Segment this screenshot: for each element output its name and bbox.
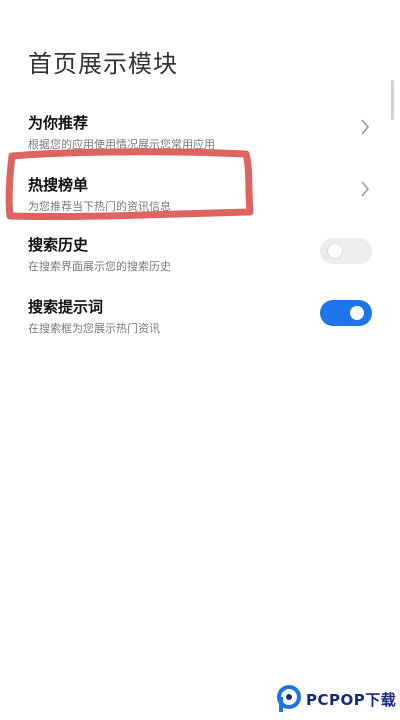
setting-row-search-history[interactable]: 搜索历史 在搜索界面展示您的搜索历史 (0, 234, 400, 296)
setting-title: 搜索提示词 (28, 298, 104, 316)
setting-subtitle: 在搜索界面展示您的搜索历史 (28, 260, 171, 273)
pcpop-logo-icon (277, 685, 301, 712)
watermark-text: PCPOP下载 (306, 691, 397, 709)
toggle-knob (328, 244, 342, 258)
setting-subtitle: 在搜索框为您展示热门资讯 (28, 322, 160, 335)
chevron-right-icon[interactable] (360, 180, 370, 198)
toggle-knob (350, 306, 364, 320)
setting-title: 搜索历史 (28, 236, 89, 254)
chevron-right-icon[interactable] (360, 118, 370, 136)
watermark: PCPOP下载 (276, 682, 400, 718)
search-hints-toggle[interactable] (320, 300, 372, 326)
search-history-toggle[interactable] (320, 238, 372, 264)
highlight-annotation (5, 148, 254, 221)
setting-row-search-hints[interactable]: 搜索提示词 在搜索框为您展示热门资讯 (0, 296, 400, 358)
page-title: 首页展示模块 (28, 50, 178, 78)
setting-title: 为你推荐 (28, 114, 89, 132)
